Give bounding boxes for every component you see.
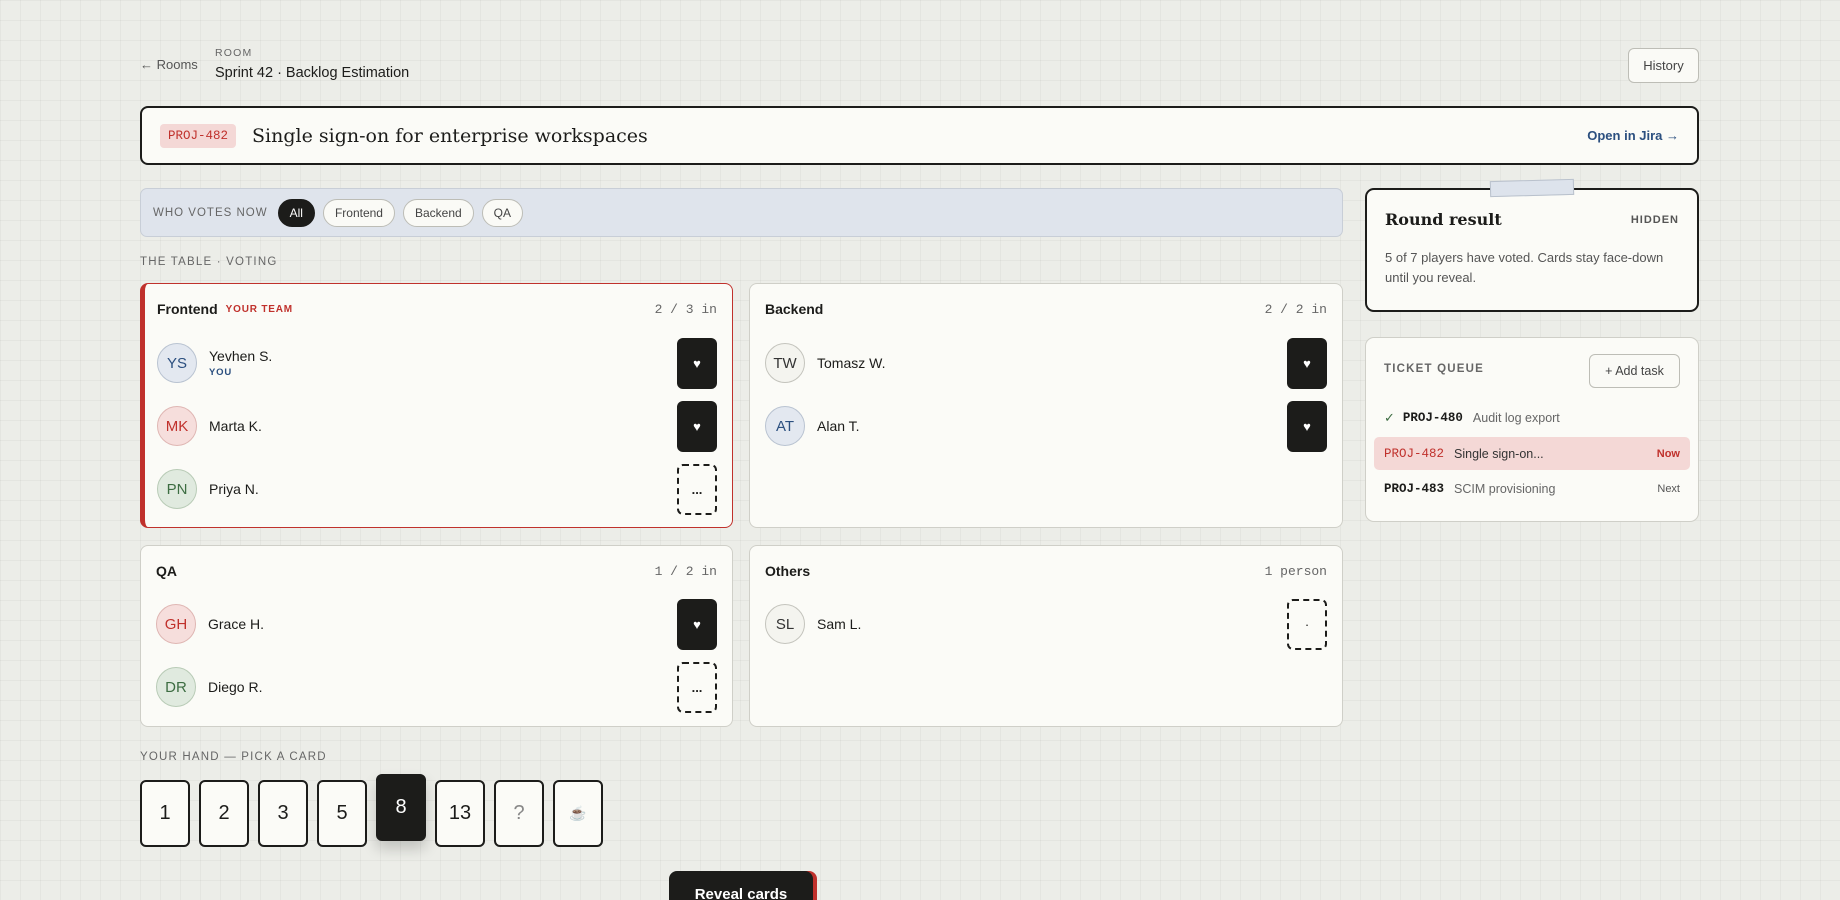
queue-item-name: Audit log export	[1472, 410, 1560, 425]
reveal-cards-button[interactable]: Reveal cards	[669, 871, 813, 900]
round-result-text: 5 of 7 players have voted. Cards stay fa…	[1385, 250, 1664, 285]
history-button[interactable]: History	[1628, 48, 1699, 83]
avatar: SL	[765, 604, 805, 644]
player-name: Yevhen S.	[209, 348, 273, 364]
you-tag: YOU	[209, 367, 232, 378]
team-panel-backend: Backend 2 / 2 in TW Tomasz W. ♥ AT Alan …	[749, 283, 1343, 528]
team-name: QA	[156, 563, 177, 579]
player-name: Tomasz W.	[817, 355, 886, 371]
coffee-card-icon[interactable]: ☕	[553, 780, 603, 847]
voter-filter-bar: WHO VOTES NOW All Frontend Backend QA	[140, 188, 1343, 237]
your-team-tag: YOUR TEAM	[225, 303, 293, 315]
card-3[interactable]: 3	[258, 780, 308, 847]
filter-pill-backend[interactable]: Backend	[402, 198, 474, 227]
card-question[interactable]: ?	[494, 780, 544, 847]
avatar: PN	[157, 469, 197, 509]
voted-card-icon: ♥	[677, 598, 717, 650]
current-ticket-banner: PROJ-482 Single sign-on for enterprise w…	[140, 106, 1699, 165]
voted-card-icon: ♥	[1287, 337, 1327, 389]
player-row: YS Yevhen S. YOU ♥	[157, 337, 717, 389]
player-row: PN Priya N. ...	[157, 463, 717, 515]
player-row: DR Diego R. ...	[156, 661, 717, 713]
queue-item[interactable]: ✓ PROJ-480 Audit log export	[1374, 401, 1690, 434]
back-to-rooms-link[interactable]: ← Rooms	[140, 57, 198, 72]
avatar: DR	[156, 667, 196, 707]
queue-item[interactable]: PROJ-483 SCIM provisioning Next	[1374, 472, 1690, 505]
team-name: Backend	[765, 301, 824, 317]
table-section-label: THE TABLE · VOTING	[140, 256, 278, 268]
avatar: GH	[156, 604, 196, 644]
check-icon: ✓	[1384, 409, 1395, 425]
queue-item-key: PROJ-482	[1384, 446, 1445, 461]
pending-card-icon: ...	[677, 661, 717, 713]
team-vote-count: 2 / 3 in	[654, 301, 717, 317]
round-result-card: Round result HIDDEN 5 of 7 players have …	[1365, 188, 1699, 312]
queue-item-name: Single sign-on...	[1454, 446, 1544, 461]
queue-item-key: PROJ-483	[1384, 481, 1445, 496]
room-title: Sprint 42 · Backlog Estimation	[215, 65, 410, 81]
voted-card-icon: ♥	[677, 337, 717, 389]
round-result-title: Round result	[1385, 210, 1502, 229]
player-row: TW Tomasz W. ♥	[765, 337, 1327, 389]
team-panel-frontend: Frontend YOUR TEAM 2 / 3 in YS Yevhen S.…	[140, 283, 733, 528]
team-name: Others	[765, 563, 811, 579]
filter-label: WHO VOTES NOW	[153, 206, 268, 219]
player-name: Alan T.	[817, 418, 860, 434]
room-meta: ROOM Sprint 42 · Backlog Estimation	[215, 47, 409, 81]
card-2[interactable]: 2	[199, 780, 249, 847]
team-person-count: 1 person	[1264, 563, 1327, 579]
card-13[interactable]: 13	[435, 780, 485, 847]
queue-item-key: PROJ-480	[1402, 410, 1463, 425]
avatar: AT	[765, 406, 805, 446]
add-task-button[interactable]: + Add task	[1589, 354, 1680, 388]
player-name: Grace H.	[208, 616, 265, 632]
ticket-queue-card: TICKET QUEUE + Add task ✓ PROJ-480 Audit…	[1365, 337, 1699, 522]
player-name: Diego R.	[208, 679, 263, 695]
avatar: YS	[157, 343, 197, 383]
player-name: Marta K.	[209, 418, 262, 434]
team-panel-others: Others 1 person SL Sam L. ·	[749, 545, 1343, 727]
tape-decoration	[1489, 178, 1575, 198]
player-row: GH Grace H. ♥	[156, 598, 717, 650]
player-name: Priya N.	[209, 481, 259, 497]
filter-pill-all[interactable]: All	[277, 198, 315, 227]
team-name: Frontend	[157, 301, 218, 317]
filter-pill-qa[interactable]: QA	[481, 198, 524, 227]
card-8-selected[interactable]: 8	[376, 774, 426, 841]
player-row: AT Alan T. ♥	[765, 400, 1327, 452]
round-result-status: HIDDEN	[1630, 213, 1679, 226]
card-1[interactable]: 1	[140, 780, 190, 847]
voted-card-icon: ♥	[1287, 400, 1327, 452]
voted-card-icon: ♥	[677, 400, 717, 452]
ticket-title: Single sign-on for enterprise workspaces	[252, 124, 648, 147]
queue-item-status: Now	[1656, 447, 1680, 460]
pending-card-icon: ...	[677, 463, 717, 515]
player-row: MK Marta K. ♥	[157, 400, 717, 452]
avatar: TW	[765, 343, 805, 383]
room-label: ROOM	[215, 47, 253, 59]
team-vote-count: 2 / 2 in	[1264, 301, 1327, 317]
card-5[interactable]: 5	[317, 780, 367, 847]
team-panel-qa: QA 1 / 2 in GH Grace H. ♥ DR Diego R. ..…	[140, 545, 733, 727]
avatar: MK	[157, 406, 197, 446]
waiting-card-icon: ·	[1287, 598, 1327, 650]
filter-pill-frontend[interactable]: Frontend	[322, 198, 395, 227]
queue-item-current[interactable]: PROJ-482 Single sign-on... Now	[1374, 437, 1690, 470]
player-row: SL Sam L. ·	[765, 598, 1327, 650]
team-vote-count: 1 / 2 in	[654, 563, 717, 579]
player-name: Sam L.	[817, 616, 862, 632]
ticket-queue-label: TICKET QUEUE	[1384, 363, 1485, 375]
hand-label: YOUR HAND — PICK A CARD	[140, 751, 327, 763]
open-in-jira-link[interactable]: Open in Jira →	[1587, 128, 1679, 143]
queue-item-name: SCIM provisioning	[1454, 481, 1556, 496]
queue-item-status: Next	[1657, 482, 1680, 495]
ticket-key-badge: PROJ-482	[160, 123, 237, 148]
